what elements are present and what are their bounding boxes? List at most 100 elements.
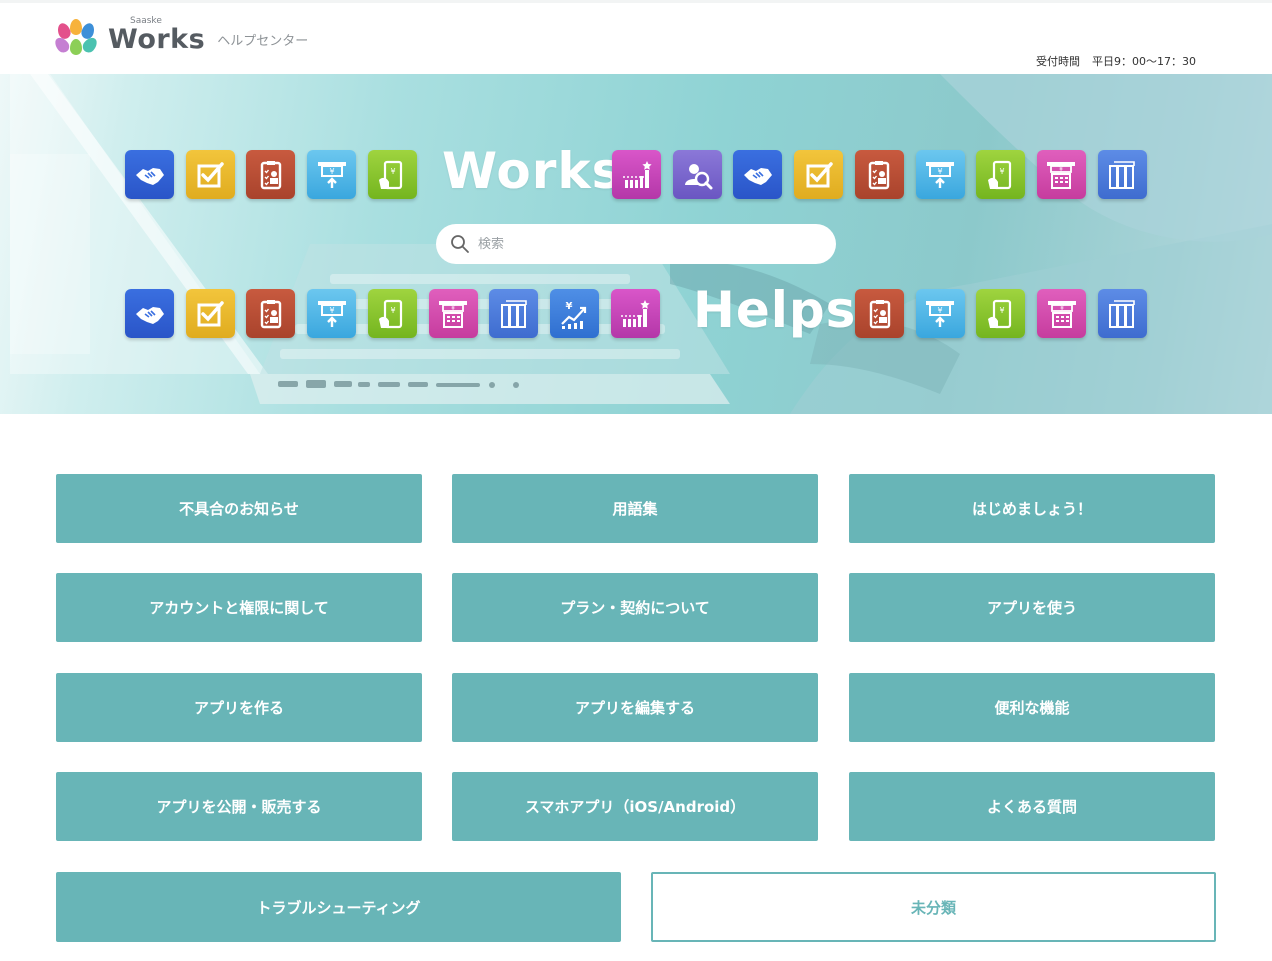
handshake-app-tile (733, 150, 783, 199)
category-use-apps[interactable]: アプリを使う (849, 573, 1215, 642)
category-edit-apps[interactable]: アプリを編集する (452, 673, 818, 742)
category-uncategorized[interactable]: 未分類 (651, 872, 1216, 942)
phone-payment-icon: ¥ (379, 160, 403, 189)
phone-payment-icon: ¥ (379, 299, 403, 328)
category-glossary[interactable]: 用語集 (452, 474, 818, 543)
svg-text:¥: ¥ (999, 167, 1004, 176)
support-hours-label: 受付時間 (1036, 55, 1080, 68)
atm-icon: ¥ (926, 161, 954, 188)
search-bar[interactable] (436, 224, 836, 264)
category-label: アプリを公開・販売する (156, 798, 322, 816)
category-useful-features[interactable]: 便利な機能 (849, 673, 1215, 742)
site-header: Saaske Works ヘルプセンター 受付時間 平日9：00〜17：30 (0, 0, 1272, 74)
clipboard-app-tile (855, 289, 904, 338)
yen-growth-icon: ¥ (561, 301, 587, 329)
category-bug-notices[interactable]: 不具合のお知らせ (56, 474, 422, 543)
handshake-icon (135, 306, 164, 324)
svg-text:¥: ¥ (391, 306, 396, 315)
support-hours: 受付時間 平日9：00〜17：30 (1036, 53, 1196, 69)
binders-app-tile (489, 289, 539, 338)
category-label: 未分類 (910, 898, 956, 917)
atm-app-tile: ¥ (307, 150, 357, 199)
category-label: スマホアプリ（iOS/Android） (524, 798, 746, 816)
atm-app-tile: ¥ (915, 150, 965, 199)
hero-title-helps: Helps (693, 281, 857, 339)
yen-growth-app-tile: ¥ (549, 289, 599, 338)
user-search-app-tile (672, 150, 722, 199)
svg-text:¥: ¥ (391, 167, 396, 176)
checkbox-app-tile (185, 150, 235, 199)
ranking-chart-icon (621, 299, 650, 327)
category-plans-contracts[interactable]: プラン・契約について (452, 573, 818, 642)
svg-text:¥: ¥ (999, 306, 1004, 315)
clipboard-app-tile (246, 289, 296, 338)
category-publish-sell-apps[interactable]: アプリを公開・販売する (56, 772, 422, 841)
hero-title-works: Works (442, 142, 623, 200)
phone-payment-app-tile: ¥ (367, 289, 417, 338)
svg-text:¥: ¥ (566, 301, 573, 312)
category-label: トラブルシューティング (256, 898, 421, 917)
yen-calculator-icon: ¥ (1047, 300, 1076, 328)
binders-app-tile (1097, 289, 1147, 338)
clipboard-icon (260, 160, 282, 189)
category-label: 不具合のお知らせ (179, 500, 299, 518)
category-getting-started[interactable]: はじめましょう！ (849, 474, 1215, 543)
svg-text:¥: ¥ (1059, 166, 1063, 173)
ranking-chart-icon (622, 160, 652, 188)
phone-payment-icon: ¥ (987, 160, 1011, 189)
category-label: よくある質問 (986, 798, 1077, 816)
svg-text:¥: ¥ (329, 306, 334, 315)
category-create-apps[interactable]: アプリを作る (56, 673, 422, 742)
handshake-icon (135, 167, 164, 185)
phone-payment-app-tile: ¥ (976, 150, 1026, 199)
svg-text:¥: ¥ (1060, 305, 1064, 312)
svg-text:¥: ¥ (329, 167, 334, 176)
hero-icon-row-top: ¥ ¥ Works ¥ ¥ ¥ (0, 142, 1272, 200)
category-troubleshooting[interactable]: トラブルシューティング (56, 872, 621, 942)
phone-payment-app-tile: ¥ (976, 289, 1026, 338)
clipboard-app-tile (854, 150, 904, 199)
hero-banner: ¥ ¥ Works ¥ ¥ ¥ ¥ ¥ ¥ ¥ Helps ¥ ¥ ¥ (0, 74, 1272, 414)
search-icon (451, 235, 469, 253)
clipboard-icon (260, 299, 282, 328)
checkbox-icon (806, 161, 833, 187)
checkbox-icon (197, 161, 224, 187)
category-faq[interactable]: よくある質問 (849, 772, 1215, 841)
category-mobile-apps[interactable]: スマホアプリ（iOS/Android） (452, 772, 818, 841)
handshake-icon (743, 167, 772, 185)
ranking-chart-app-tile (612, 150, 661, 199)
checkbox-app-tile (794, 150, 844, 199)
yen-calculator-app-tile: ¥ (1036, 150, 1086, 199)
user-search-icon (685, 163, 713, 189)
category-label: アプリを作る (193, 699, 284, 717)
handshake-app-tile (125, 289, 174, 338)
category-label: はじめましょう！ (971, 500, 1092, 518)
binders-app-tile (1097, 150, 1147, 199)
checkbox-icon (197, 300, 224, 326)
yen-calculator-icon: ¥ (439, 300, 467, 328)
binders-icon (1109, 299, 1136, 328)
svg-text:¥: ¥ (937, 167, 942, 176)
atm-icon: ¥ (317, 300, 346, 327)
atm-icon: ¥ (317, 161, 346, 188)
phone-payment-app-tile: ¥ (367, 150, 417, 199)
logo-wordmark: Saaske Works (108, 16, 206, 55)
category-label: アカウントと権限に関して (149, 599, 329, 617)
category-accounts-permissions[interactable]: アカウントと権限に関して (56, 573, 422, 642)
logo-subtitle: ヘルプセンター (217, 34, 309, 49)
category-label: 便利な機能 (994, 699, 1070, 717)
category-label: アプリを使う (986, 599, 1077, 617)
site-logo[interactable]: Saaske Works ヘルプセンター (52, 15, 309, 55)
category-label: プラン・契約について (560, 599, 710, 617)
clipboard-icon (869, 160, 890, 189)
atm-app-tile: ¥ (307, 289, 357, 338)
atm-app-tile: ¥ (915, 289, 965, 338)
search-input[interactable] (478, 236, 818, 252)
yen-calculator-icon: ¥ (1047, 161, 1076, 189)
hero-icon-row-bottom: ¥ ¥ ¥ ¥ Helps ¥ ¥ ¥ (0, 281, 1272, 339)
yen-calculator-app-tile: ¥ (1037, 289, 1087, 338)
support-hours-value: 平日9：00〜17：30 (1092, 55, 1196, 68)
logo-big-text: Works (108, 24, 206, 55)
yen-calculator-app-tile: ¥ (428, 289, 478, 338)
binders-icon (1109, 160, 1135, 189)
